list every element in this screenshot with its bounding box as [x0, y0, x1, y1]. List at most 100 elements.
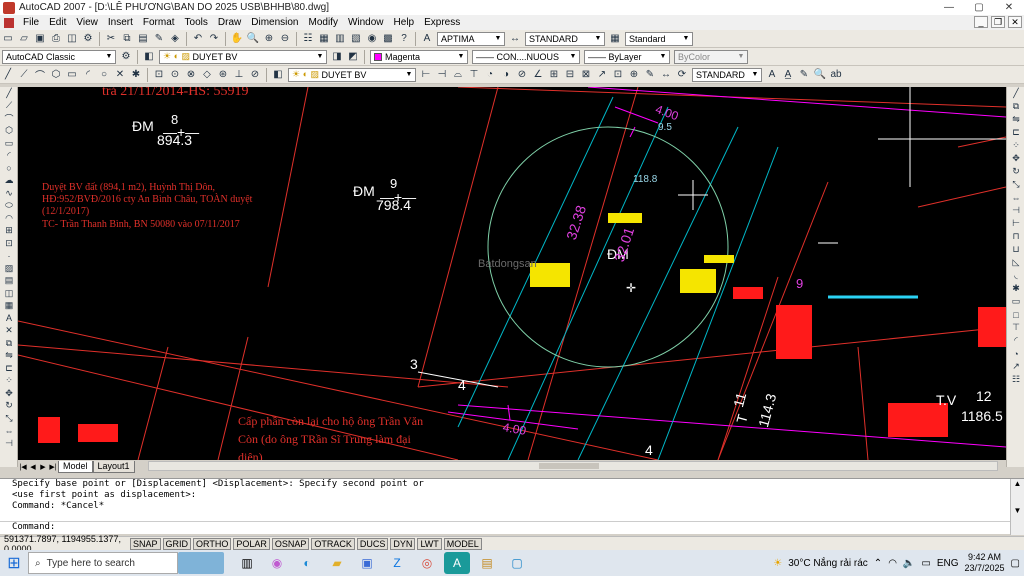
- dim-arc-icon[interactable]: ⌓: [451, 68, 465, 82]
- erase-icon[interactable]: ✕: [113, 68, 127, 82]
- workspace-settings-icon[interactable]: ⚙: [119, 50, 133, 64]
- ellipse-tool-icon[interactable]: ⬭: [2, 200, 16, 213]
- undo-icon[interactable]: ↶: [191, 32, 205, 46]
- modify-offset-icon[interactable]: ⊏: [1009, 126, 1023, 139]
- modify-join-icon[interactable]: ⊔: [1009, 243, 1023, 256]
- store-icon[interactable]: ▣: [354, 552, 380, 574]
- trim-tool-icon[interactable]: ⊣: [2, 437, 16, 450]
- edge-icon[interactable]: ◐: [294, 552, 320, 574]
- tolerance-icon[interactable]: ⊡: [611, 68, 625, 82]
- matchprop-icon[interactable]: ✎: [152, 32, 166, 46]
- toolpalettes-icon[interactable]: ▥: [333, 32, 347, 46]
- dim-ordinate-icon[interactable]: ⊤: [467, 68, 481, 82]
- language-indicator[interactable]: ENG: [937, 558, 959, 569]
- menu-file[interactable]: File: [18, 17, 44, 28]
- command-input[interactable]: Command:: [0, 521, 1010, 534]
- dim-style-select-2[interactable]: STANDARD ▼: [692, 67, 762, 82]
- modify-arc-icon[interactable]: ◜: [1009, 334, 1023, 347]
- new-icon[interactable]: ▭: [1, 32, 15, 46]
- dimedit-icon[interactable]: ✎: [643, 68, 657, 82]
- command-scrollbar[interactable]: ▲ ▼: [1010, 479, 1024, 535]
- pan-icon[interactable]: ✋: [230, 32, 244, 46]
- help-icon[interactable]: ?: [397, 32, 411, 46]
- osnap-quadrant-icon[interactable]: ◇: [200, 68, 214, 82]
- dim-jogged-icon[interactable]: ◑: [499, 68, 513, 82]
- tab-model[interactable]: Model: [58, 460, 93, 473]
- textedit-icon[interactable]: ✎: [797, 68, 811, 82]
- modify-break-icon[interactable]: ⊓: [1009, 230, 1023, 243]
- dimtedit-icon[interactable]: ↔: [659, 68, 673, 82]
- polar-toggle[interactable]: POLAR: [233, 537, 270, 550]
- volume-icon[interactable]: 🔈: [903, 558, 915, 569]
- menu-view[interactable]: View: [71, 17, 103, 28]
- linetype-select[interactable]: —— CON....NUOUS ▼: [472, 49, 580, 64]
- snap-toggle[interactable]: SNAP: [130, 537, 161, 550]
- paste-icon[interactable]: ▤: [136, 32, 150, 46]
- menu-insert[interactable]: Insert: [103, 17, 138, 28]
- notification-icon[interactable]: ▢: [1011, 558, 1020, 569]
- maximize-button[interactable]: ▢: [964, 0, 994, 15]
- modify-mirror-icon[interactable]: ⇋: [1009, 113, 1023, 126]
- modify-extend-icon[interactable]: ⊢: [1009, 217, 1023, 230]
- osnap-toggle[interactable]: OSNAP: [271, 537, 310, 550]
- modify-rotate-icon[interactable]: ↻: [1009, 165, 1023, 178]
- menu-draw[interactable]: Draw: [213, 17, 246, 28]
- explode-icon[interactable]: ✱: [129, 68, 143, 82]
- modify-dim-icon[interactable]: ⊤: [1009, 321, 1023, 334]
- xline-tool-icon[interactable]: ⟋: [2, 100, 16, 113]
- battery-icon[interactable]: ▭: [921, 558, 930, 569]
- publish-icon[interactable]: ⚙: [81, 32, 95, 46]
- text-style-select[interactable]: APTIMA ▼: [437, 31, 505, 46]
- scale-tool-icon[interactable]: ⤡: [2, 412, 16, 425]
- properties-icon[interactable]: ☷: [301, 32, 315, 46]
- mirror-tool-icon[interactable]: ⇋: [2, 350, 16, 363]
- point-tool-icon[interactable]: ·: [2, 250, 16, 263]
- revcloud-tool-icon[interactable]: ☁: [2, 175, 16, 188]
- move-tool-icon[interactable]: ✥: [2, 387, 16, 400]
- tray-chevron-icon[interactable]: ⌃: [874, 558, 882, 569]
- modify-scale-icon[interactable]: ⤡: [1009, 178, 1023, 191]
- tab-prev-icon[interactable]: ◀: [28, 463, 38, 471]
- modify-stretch-icon[interactable]: ⇔: [1009, 191, 1023, 204]
- modify-move-icon[interactable]: ✥: [1009, 152, 1023, 165]
- modify-square-icon[interactable]: □: [1009, 308, 1023, 321]
- mtext-tool-icon[interactable]: A: [2, 312, 16, 325]
- lineweight-select[interactable]: —— ByLayer ▼: [584, 49, 670, 64]
- preview-icon[interactable]: ◫: [65, 32, 79, 46]
- rectangle-tool-icon[interactable]: ▭: [2, 137, 16, 150]
- modify-explode-icon[interactable]: ✱: [1009, 282, 1023, 295]
- menu-dimension[interactable]: Dimension: [246, 17, 303, 28]
- taskbar-search[interactable]: ⌕ Type here to search: [28, 552, 178, 574]
- folder-app-icon[interactable]: ▤: [474, 552, 500, 574]
- menu-tools[interactable]: Tools: [180, 17, 213, 28]
- zoom-realtime-icon[interactable]: 🔍: [246, 32, 260, 46]
- search-highlight-image[interactable]: [178, 552, 224, 574]
- osnap-perpendicular-icon[interactable]: ⊥: [232, 68, 246, 82]
- menu-format[interactable]: Format: [138, 17, 180, 28]
- line-icon[interactable]: ╱: [1, 68, 15, 82]
- doc-minimize-button[interactable]: _: [974, 16, 988, 28]
- offset-tool-icon[interactable]: ⊏: [2, 362, 16, 375]
- layer-select[interactable]: ☀ ◐ ▨ DUYET BV ▼: [159, 49, 327, 64]
- osnap-endpoint-icon[interactable]: ⊡: [152, 68, 166, 82]
- dim-radius-icon[interactable]: ◔: [483, 68, 497, 82]
- modify-properties-icon[interactable]: ☷: [1009, 373, 1023, 386]
- qleader-icon[interactable]: ↗: [595, 68, 609, 82]
- settings-app-icon[interactable]: ▢: [504, 552, 530, 574]
- doc-close-button[interactable]: ✕: [1008, 16, 1022, 28]
- modify-copy-icon[interactable]: ⧉: [1009, 100, 1023, 113]
- tab-first-icon[interactable]: |◀: [18, 463, 28, 471]
- modify-trim-icon[interactable]: ⊣: [1009, 204, 1023, 217]
- insert-block-tool-icon[interactable]: ⊞: [2, 225, 16, 238]
- make-block-tool-icon[interactable]: ⊡: [2, 237, 16, 250]
- redo-icon[interactable]: ↷: [207, 32, 221, 46]
- stretch-tool-icon[interactable]: ⇔: [2, 425, 16, 438]
- dim-angular-icon[interactable]: ∠: [531, 68, 545, 82]
- cut-icon[interactable]: ✂: [104, 32, 118, 46]
- line-tool-icon[interactable]: ╱: [2, 87, 16, 100]
- dyn-toggle[interactable]: DYN: [390, 537, 416, 550]
- color-select[interactable]: Magenta ▼: [370, 49, 468, 64]
- ellipse-arc-tool-icon[interactable]: ◠: [2, 212, 16, 225]
- autocad-taskbar-icon[interactable]: A: [444, 552, 470, 574]
- lwt-toggle[interactable]: LWT: [417, 537, 442, 550]
